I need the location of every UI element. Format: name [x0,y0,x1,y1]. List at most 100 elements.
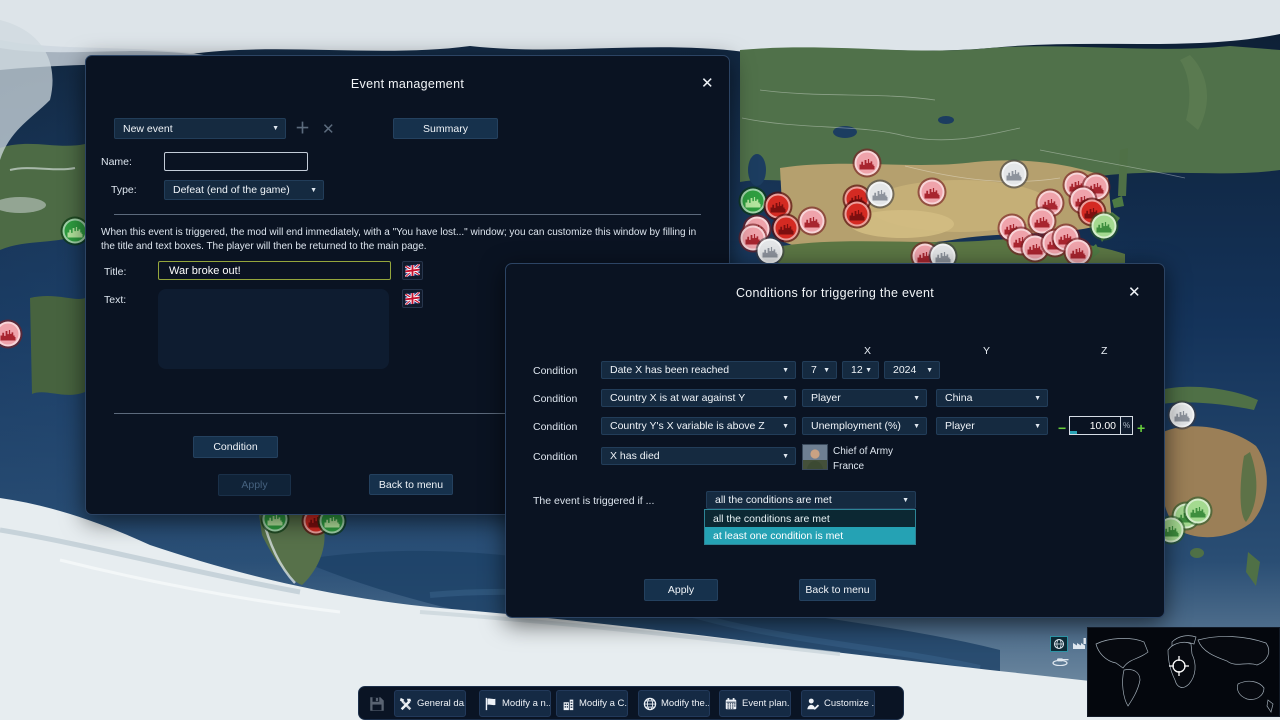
trigger-mode-select[interactable]: all the conditions are met ▼ [706,491,916,509]
city-marker[interactable] [758,239,783,264]
add-event-icon[interactable]: ＋ [295,121,310,136]
chevron-down-icon: ▼ [1034,395,1041,402]
text-language-flag-button[interactable] [402,289,423,308]
game-screen: Event management ✕ New event ▼ ＋ ✕ Summa… [0,0,1280,720]
city-marker[interactable] [1030,209,1055,234]
country-select[interactable]: Player ▼ [936,417,1048,435]
city-marker[interactable] [868,182,893,207]
city-skyline-icon [925,188,940,199]
city-skyline-icon [1028,244,1043,255]
name-input[interactable] [164,152,308,171]
minimap[interactable] [1087,627,1280,717]
month-value: 12 [851,364,863,376]
type-select[interactable]: Defeat (end of the game) ▼ [164,180,324,200]
column-header-x: X [864,345,871,357]
toolbar-modify-nation-button[interactable]: Modify a n... [479,690,551,717]
chevron-down-icon: ▼ [913,395,920,402]
month-select[interactable]: 12 ▼ [842,361,879,379]
condition-type-select[interactable]: Date X has been reached ▼ [601,361,796,379]
condition-type-select[interactable]: Country Y's X variable is above Z ▼ [601,417,796,435]
toolbar-general-data-button[interactable]: General da.. [394,690,466,717]
city-marker[interactable] [1002,162,1027,187]
delete-event-icon[interactable]: ✕ [322,122,335,137]
summary-button[interactable]: Summary [393,118,498,139]
chevron-down-icon: ▼ [865,367,872,374]
apply-button[interactable]: Apply [644,579,718,601]
toolbar-customize-button[interactable]: Customize ... [801,690,875,717]
toolbar-button-label: Modify a C... [579,698,628,709]
person-portrait[interactable] [802,444,828,470]
city-marker[interactable] [63,219,88,244]
type-label: Type: [111,184,137,196]
city-marker[interactable] [855,151,880,176]
trigger-option-any[interactable]: at least one condition is met [705,527,915,544]
trigger-option-all[interactable]: all the conditions are met [705,510,915,527]
title-language-flag-button[interactable] [402,261,423,280]
close-icon[interactable]: ✕ [701,76,714,91]
trigger-mode-label: The event is triggered if ... [533,495,654,507]
city-skyline-icon [68,227,83,238]
city-marker[interactable] [774,216,799,241]
condition-button[interactable]: Condition [193,436,278,458]
toolbar-event-planner-button[interactable]: Event plan... [719,690,791,717]
country-x-select[interactable]: Player ▼ [802,389,927,407]
close-icon[interactable]: ✕ [1128,285,1141,300]
apply-button[interactable]: Apply [218,474,291,496]
minimap-globe-button[interactable] [1050,636,1068,652]
name-label: Name: [101,156,132,168]
toolbar-button-label: Modify the... [661,698,710,709]
city-marker[interactable] [1186,499,1211,524]
minimap-factory-button[interactable] [1072,637,1088,650]
toolbar-modify-world-button[interactable]: Modify the... [638,690,710,717]
condition-type-value: Date X has been reached [610,364,729,376]
dialog-title: Event management [86,77,729,91]
toolbar-button-label: Modify a n... [502,698,551,709]
city-marker[interactable] [1092,214,1117,239]
minimap-world-outline [1088,628,1279,716]
city-marker[interactable] [741,189,766,214]
country-y-select[interactable]: China ▼ [936,389,1048,407]
city-marker[interactable] [800,209,825,234]
city-skyline-icon [779,224,794,235]
toolbar-modify-city-button[interactable]: Modify a C... [556,690,628,717]
chevron-down-icon: ▼ [926,367,933,374]
column-header-y: Y [983,345,990,357]
title-input[interactable] [158,261,391,280]
save-icon[interactable] [368,695,386,713]
country-value: Player [945,420,975,432]
chevron-down-icon: ▼ [913,423,920,430]
day-select[interactable]: 7 ▼ [802,361,837,379]
city-skyline-icon [746,234,761,245]
chevron-down-icon: ▼ [823,367,830,374]
back-to-menu-button[interactable]: Back to menu [369,474,453,495]
minimap-tank-button[interactable] [1052,656,1070,666]
condition-row-label: Condition [533,393,577,405]
threshold-input[interactable]: 10.00 % [1069,416,1133,435]
city-marker[interactable] [1066,240,1091,265]
back-to-menu-button[interactable]: Back to menu [799,579,876,601]
city-skyline-icon [268,515,283,526]
condition-type-value: X has died [610,450,660,462]
city-marker[interactable] [1170,403,1195,428]
decrease-value-button[interactable]: − [1058,421,1066,435]
person-edit-icon [806,697,820,711]
condition-type-select[interactable]: X has died ▼ [601,447,796,465]
divider [114,214,701,215]
person-title: Chief of Army [833,446,893,457]
condition-type-select[interactable]: Country X is at war against Y ▼ [601,389,796,407]
city-marker[interactable] [920,180,945,205]
flag-icon [484,697,498,711]
chevron-down-icon: ▼ [272,125,279,132]
year-select[interactable]: 2024 ▼ [884,361,940,379]
variable-select[interactable]: Unemployment (%) ▼ [802,417,927,435]
city-skyline-icon [1035,217,1050,228]
globe-icon [643,697,657,711]
city-marker[interactable] [845,202,870,227]
event-select[interactable]: New event ▼ [114,118,286,139]
building-icon [561,697,575,711]
toolbar-button-label: Customize ... [824,698,875,709]
column-header-z: Z [1101,345,1107,357]
text-textarea[interactable] [158,289,389,369]
increase-value-button[interactable]: + [1137,421,1145,435]
city-skyline-icon [763,247,778,258]
